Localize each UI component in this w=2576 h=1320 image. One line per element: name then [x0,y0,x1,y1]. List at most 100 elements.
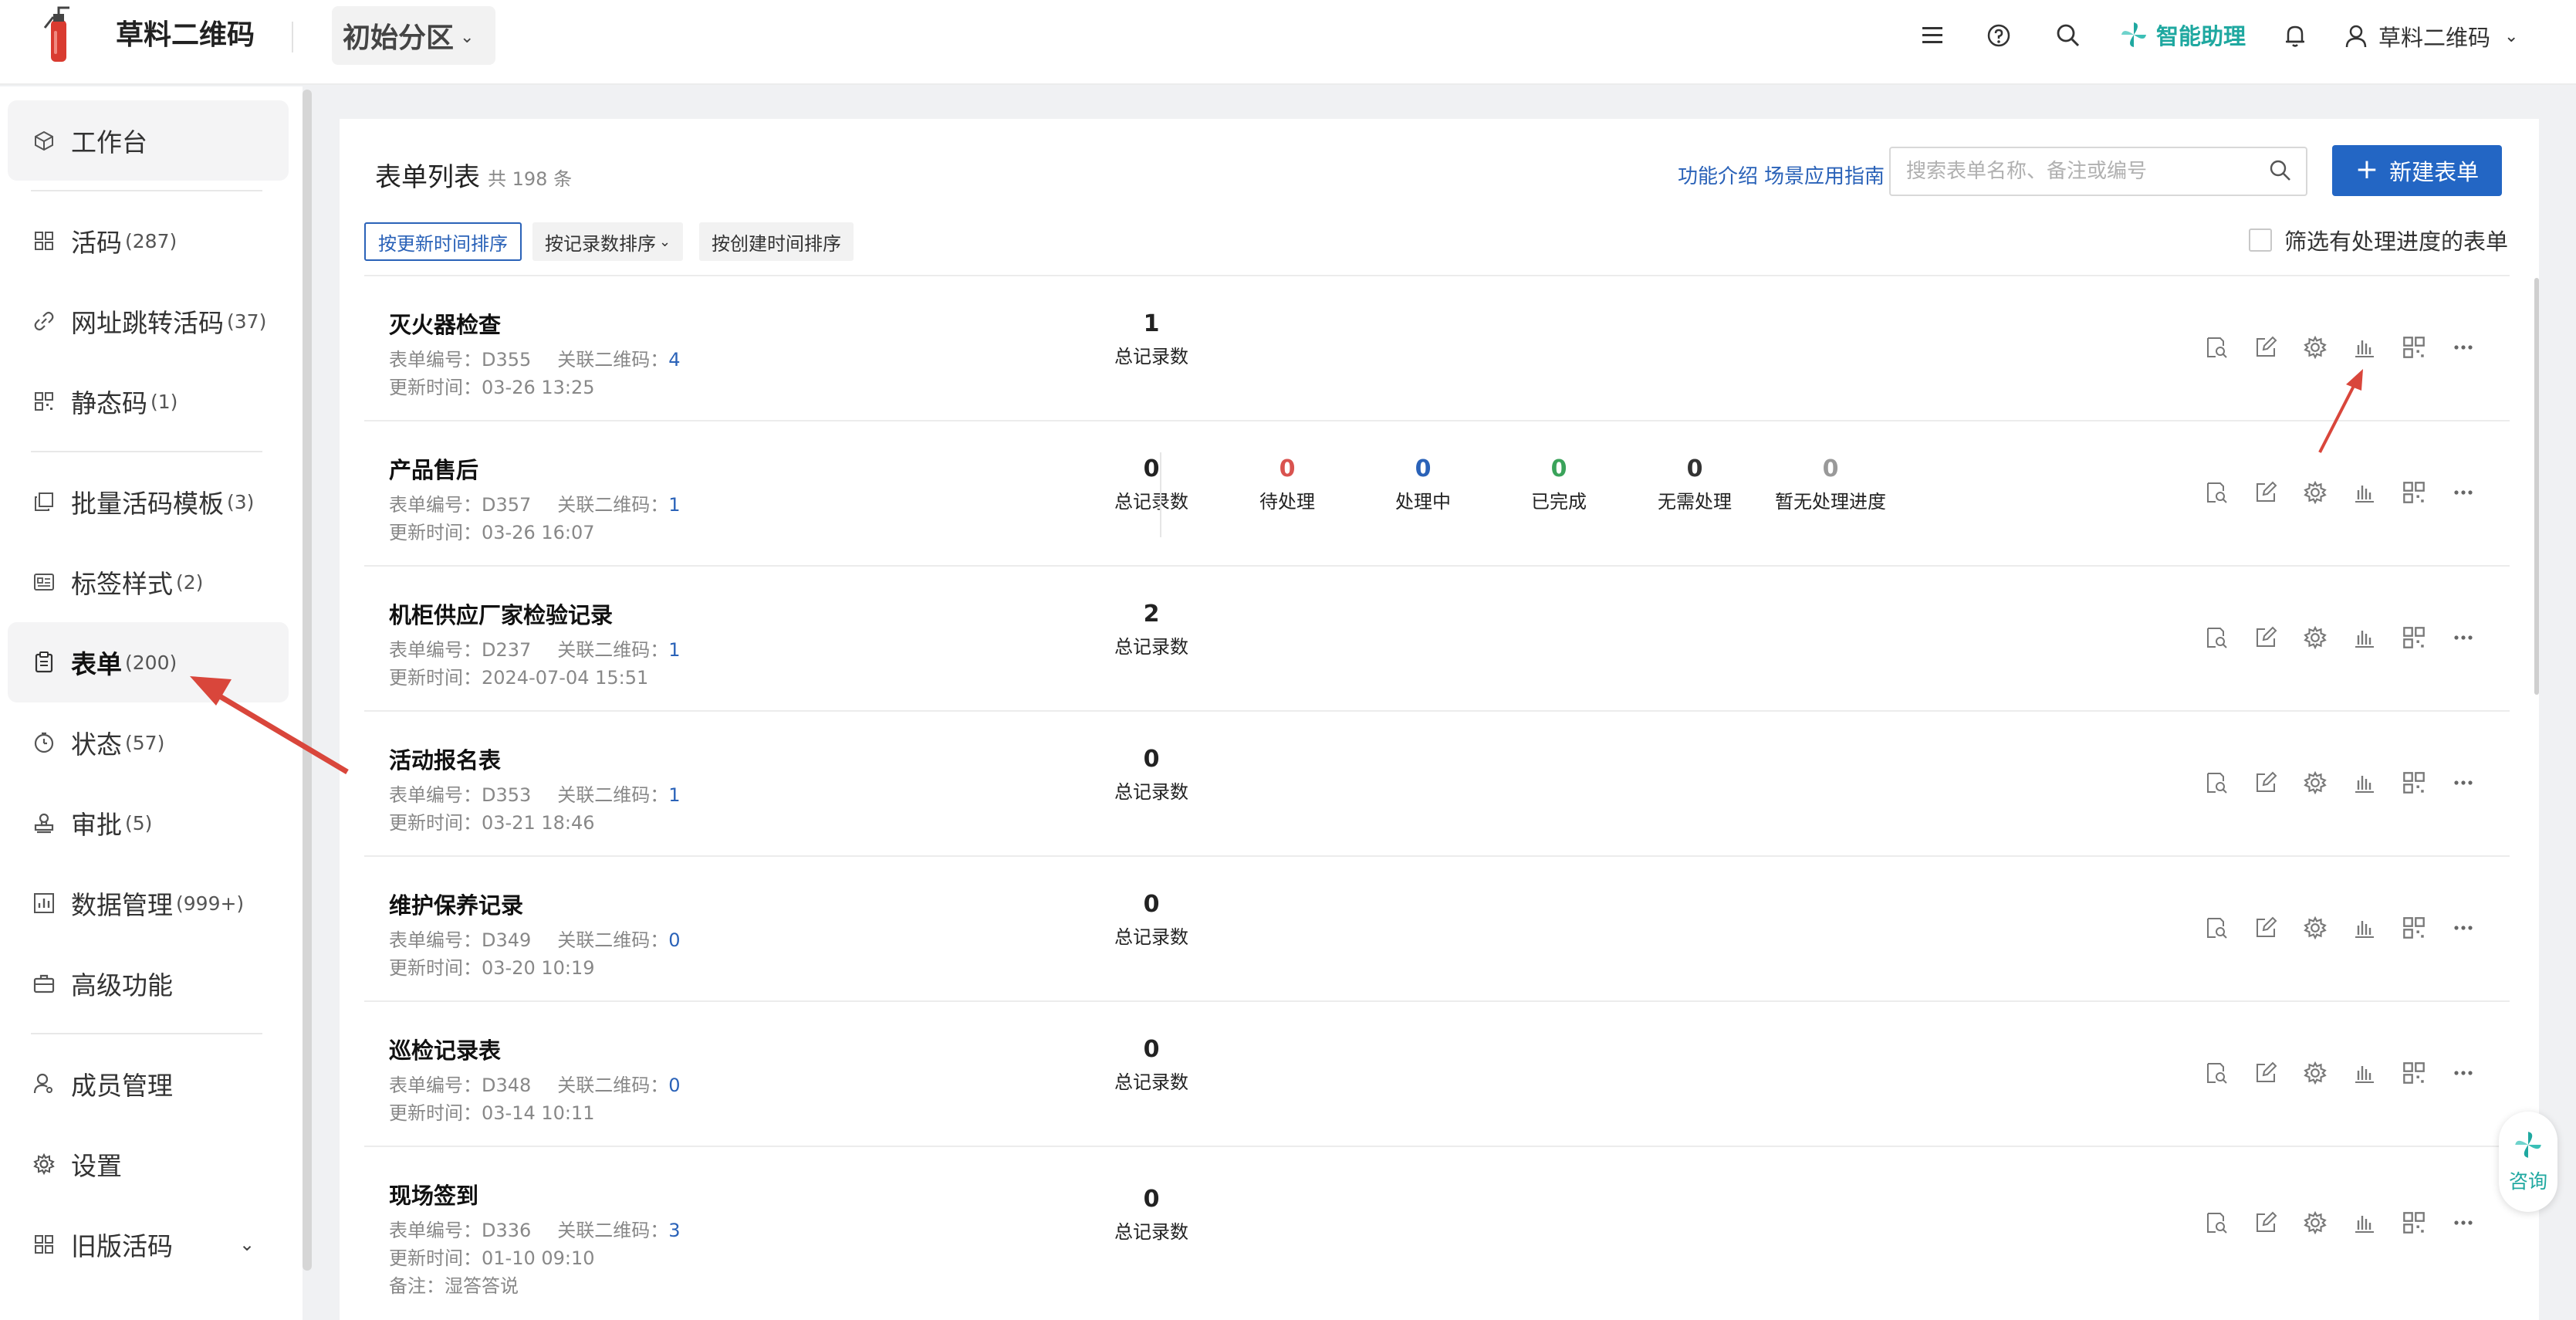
sidebar-item-batch-template[interactable]: 批量活码模板 (3) [8,462,289,542]
sidebar-item-status[interactable]: 状态 (57) [8,702,289,783]
search-icon[interactable] [2269,159,2292,182]
table-row[interactable]: 产品售后 表单编号：D357 关联二维码：1 更新时间：03-26 16:07 0… [364,421,2510,567]
sidebar-item-advanced[interactable]: 高级功能 [8,943,289,1024]
edit-icon[interactable] [2250,1058,2281,1088]
more-icon[interactable] [2448,767,2479,798]
form-title[interactable]: 活动报名表 [389,743,501,775]
new-form-button[interactable]: + 新建表单 [2332,145,2502,196]
sort-by-create-button[interactable]: 按创建时间排序 [699,222,854,261]
form-title[interactable]: 巡检记录表 [389,1033,501,1065]
form-title[interactable]: 灭火器检查 [389,307,501,340]
statistics-icon[interactable] [2349,1207,2380,1238]
table-row[interactable]: 巡检记录表 表单编号：D348 关联二维码：0 更新时间：03-14 10:11 … [364,1002,2510,1147]
more-icon[interactable] [2448,912,2479,943]
statistics-icon[interactable] [2349,912,2380,943]
form-title[interactable]: 产品售后 [389,452,478,485]
bell-icon[interactable] [2280,20,2311,51]
statistics-icon[interactable] [2349,477,2380,508]
qrcode-icon[interactable] [2399,1058,2429,1088]
feature-intro-link[interactable]: 功能介绍 [1678,161,1758,189]
settings-icon[interactable] [2300,912,2331,943]
table-row[interactable]: 灭火器检查 表单编号：D355 关联二维码：4 更新时间：03-26 13:25 … [364,276,2510,421]
ai-assistant-button[interactable]: 智能助理 [2119,19,2246,51]
search-input[interactable] [1906,156,2246,187]
sidebar-item-data-management[interactable]: 数据管理 (999+) [8,863,289,943]
chevron-down-icon[interactable]: ⌄ [239,1234,255,1255]
linked-qr-count[interactable]: 3 [668,1220,680,1241]
table-row[interactable]: 现场签到 表单编号：D336 关联二维码：3 更新时间：01-10 09:10 备… [364,1147,2510,1320]
more-icon[interactable] [2448,622,2479,653]
row-actions [2201,332,2497,363]
form-title[interactable]: 机柜供应厂家检验记录 [389,597,613,630]
menu-icon[interactable] [1917,20,1948,51]
edit-icon[interactable] [2250,767,2281,798]
sidebar-item-members[interactable]: 成员管理 [8,1044,289,1124]
search-icon[interactable] [2053,20,2084,51]
consult-button[interactable]: 咨询 [2499,1112,2557,1212]
table-row[interactable]: 机柜供应厂家检验记录 表单编号：D237 关联二维码：1 更新时间：2024-07… [364,567,2510,712]
edit-icon[interactable] [2250,622,2281,653]
edit-icon[interactable] [2250,912,2281,943]
linked-qr-count[interactable]: 0 [668,929,680,951]
qrcode-icon[interactable] [2399,622,2429,653]
preview-records-icon[interactable] [2201,477,2232,508]
sidebar-item-static-code[interactable]: 静态码 (1) [8,361,289,442]
sidebar-item-count: (3) [227,490,255,513]
preview-records-icon[interactable] [2201,767,2232,798]
statistics-icon[interactable] [2349,767,2380,798]
sidebar-item-live-code[interactable]: 活码 (287) [8,201,289,281]
settings-icon[interactable] [2300,1058,2331,1088]
user-menu[interactable]: 草料二维码 ⌄ [2344,20,2518,52]
more-icon[interactable] [2448,1207,2479,1238]
settings-icon[interactable] [2300,477,2331,508]
statistics-icon[interactable] [2349,1058,2380,1088]
linked-qr-count[interactable]: 1 [668,639,680,661]
sidebar-item-approval[interactable]: 审批 (5) [8,783,289,863]
preview-records-icon[interactable] [2201,1058,2232,1088]
sidebar-item-forms[interactable]: 表单 (200) [8,622,289,702]
qrcode-icon[interactable] [2399,767,2429,798]
sort-by-update-button[interactable]: 按更新时间排序 [364,222,522,261]
preview-records-icon[interactable] [2201,1207,2232,1238]
edit-icon[interactable] [2250,477,2281,508]
settings-icon[interactable] [2300,767,2331,798]
more-icon[interactable] [2448,1058,2479,1088]
zone-switcher[interactable]: 初始分区 ⌄ [332,6,495,65]
linked-qr-count[interactable]: 4 [668,349,680,371]
sidebar-item-label-style[interactable]: 标签样式 (2) [8,542,289,622]
linked-qr-count[interactable]: 1 [668,494,680,516]
sidebar-item-settings[interactable]: 设置 [8,1124,289,1204]
linked-qr-count[interactable]: 0 [668,1075,680,1096]
scenario-guide-link[interactable]: 场景应用指南 [1764,161,1885,189]
preview-records-icon[interactable] [2201,912,2232,943]
table-row[interactable]: 活动报名表 表单编号：D353 关联二维码：1 更新时间：03-21 18:46 … [364,712,2510,857]
timer-icon [32,731,56,754]
sidebar-item-url-redirect[interactable]: 网址跳转活码 (37) [8,281,289,361]
settings-icon[interactable] [2300,332,2331,363]
sidebar-scrollbar[interactable] [303,90,312,1271]
qrcode-icon[interactable] [2399,912,2429,943]
sidebar-item-workbench[interactable]: 工作台 [8,100,289,181]
edit-icon[interactable] [2250,1207,2281,1238]
qrcode-icon[interactable] [2399,477,2429,508]
checkbox[interactable] [2249,228,2272,252]
edit-icon[interactable] [2250,332,2281,363]
help-icon[interactable] [1983,20,2014,51]
sort-by-records-button[interactable]: 按记录数排序 ⌄ [532,222,684,261]
settings-icon[interactable] [2300,622,2331,653]
table-row[interactable]: 维护保养记录 表单编号：D349 关联二维码：0 更新时间：03-20 10:19… [364,857,2510,1002]
qrcode-icon[interactable] [2399,1207,2429,1238]
form-title[interactable]: 现场签到 [389,1178,478,1210]
qrcode-icon[interactable] [2399,332,2429,363]
form-title[interactable]: 维护保养记录 [389,888,523,920]
more-icon[interactable] [2448,332,2479,363]
list-scrollbar[interactable] [2534,278,2539,695]
linked-qr-count[interactable]: 1 [668,784,680,806]
preview-records-icon[interactable] [2201,332,2232,363]
preview-records-icon[interactable] [2201,622,2232,653]
statistics-icon[interactable] [2349,622,2380,653]
settings-icon[interactable] [2300,1207,2331,1238]
progress-filter-checkbox[interactable]: 筛选有处理进度的表单 [2249,224,2508,256]
statistics-icon[interactable] [2349,332,2380,363]
more-icon[interactable] [2448,477,2479,508]
